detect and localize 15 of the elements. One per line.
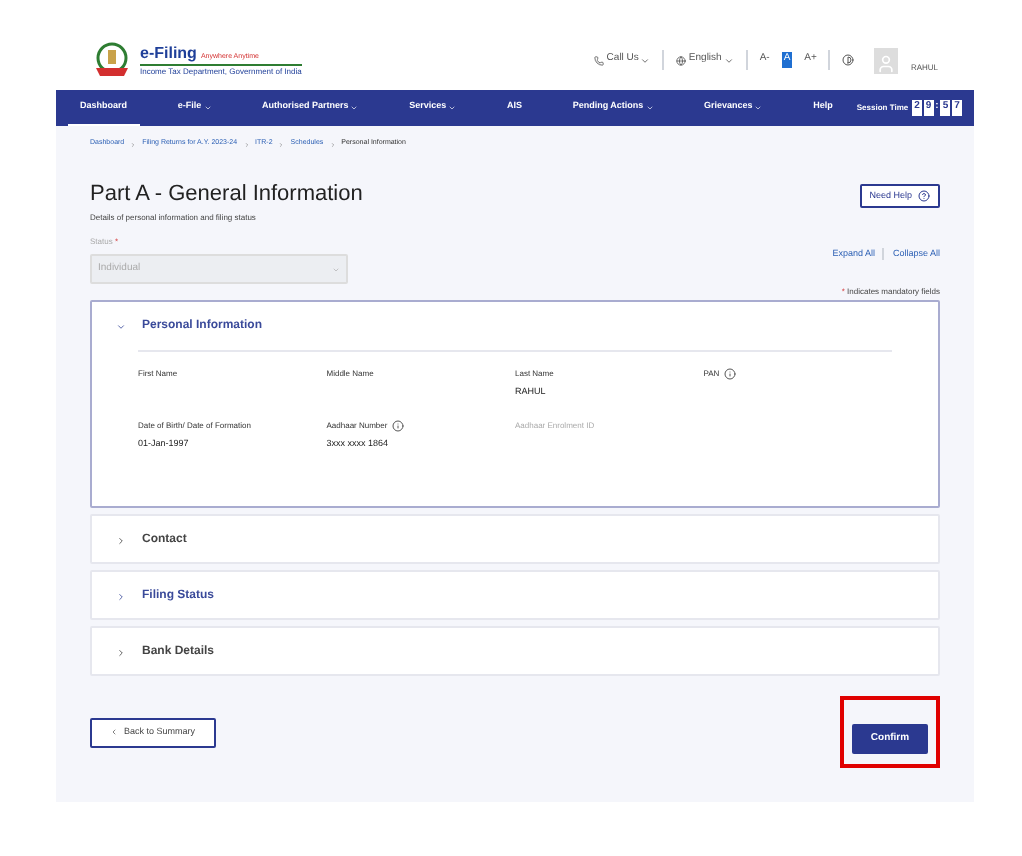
help-icon (918, 190, 930, 202)
chevron-right-icon (116, 591, 126, 601)
chevron-right-icon (116, 647, 126, 657)
emblem-logo-icon (92, 42, 132, 78)
logo-title: e-Filing (140, 45, 197, 61)
caret-icon (640, 55, 651, 65)
info-icon[interactable] (723, 368, 736, 380)
chevron-right-icon (116, 535, 126, 545)
contrast-icon[interactable] (842, 54, 855, 66)
globe-icon (676, 55, 687, 65)
page-title: Part A - General Information (90, 184, 363, 206)
caret-icon (723, 55, 734, 65)
info-icon[interactable] (391, 419, 404, 432)
phone-icon (594, 55, 605, 65)
chevron-down-icon (116, 321, 126, 331)
